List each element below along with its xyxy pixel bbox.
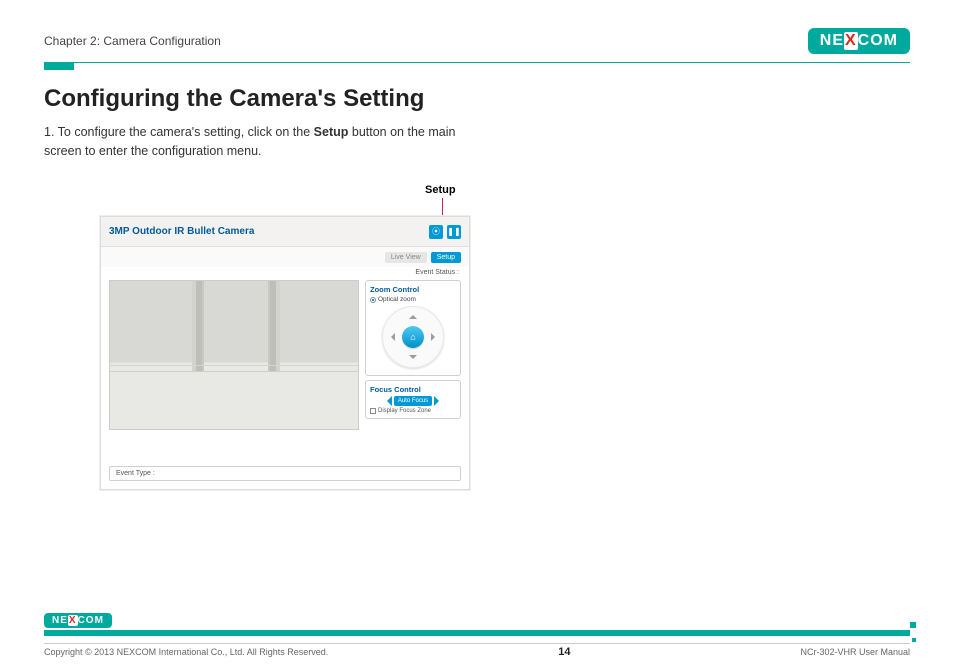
manual-name: NCr-302-VHR User Manual	[800, 647, 910, 657]
tab-setup[interactable]: Setup	[431, 252, 461, 263]
arrow-left-icon[interactable]	[387, 333, 395, 341]
focus-control-panel: Focus Control Auto Focus Display Focus Z…	[365, 380, 461, 419]
logo-text-post: COM	[858, 32, 898, 50]
page-title: Configuring the Camera's Setting	[44, 85, 910, 113]
record-icon[interactable]: ⦿	[429, 225, 443, 239]
event-status-label: Event Status :	[101, 267, 469, 280]
page-number: 14	[558, 646, 570, 658]
arrow-up-icon[interactable]	[409, 311, 417, 319]
camera-ui-screenshot: 3MP Outdoor IR Bullet Camera ⦿ ❚❚ Live V…	[100, 216, 470, 490]
focus-right-icon[interactable]	[434, 396, 444, 406]
brand-logo: NEXCOM	[808, 28, 910, 54]
optical-zoom-label: Optical zoom	[378, 296, 416, 303]
step-1-text: 1. To configure the camera's setting, cl…	[44, 123, 474, 161]
footer-logo-post: COM	[78, 615, 104, 626]
arrow-right-icon[interactable]	[431, 333, 439, 341]
divider-top	[44, 62, 910, 63]
arrow-down-icon[interactable]	[409, 355, 417, 363]
footer-separator	[44, 643, 910, 644]
step-text-bold: Setup	[314, 125, 349, 139]
zoom-dpad[interactable]: ⌂	[382, 306, 444, 368]
zoom-control-panel: Zoom Control Optical zoom ⌂	[365, 280, 461, 376]
deco-square-small-icon	[912, 638, 916, 642]
camera-preview	[109, 280, 359, 430]
home-icon[interactable]: ⌂	[402, 326, 424, 348]
focus-title: Focus Control	[370, 385, 456, 394]
footer-logo-x-icon: X	[68, 615, 78, 626]
step-text-pre: 1. To configure the camera's setting, cl…	[44, 125, 314, 139]
auto-focus-button[interactable]: Auto Focus	[394, 396, 432, 406]
deco-square-icon	[910, 622, 916, 628]
footer-brand-logo: NEXCOM	[44, 613, 112, 628]
footer-logo-pre: NE	[52, 615, 68, 626]
zoom-title: Zoom Control	[370, 285, 456, 294]
divider-bottom	[44, 630, 910, 636]
event-type-row: Event Type :	[109, 466, 461, 481]
logo-text-pre: NE	[820, 32, 844, 50]
optical-zoom-radio[interactable]	[370, 297, 376, 303]
chapter-label: Chapter 2: Camera Configuration	[44, 34, 221, 48]
pause-icon[interactable]: ❚❚	[447, 225, 461, 239]
display-focus-zone-label: Display Focus Zone	[378, 408, 431, 414]
display-focus-zone-checkbox[interactable]	[370, 408, 376, 414]
copyright-text: Copyright © 2013 NEXCOM International Co…	[44, 647, 328, 657]
focus-left-icon[interactable]	[382, 396, 392, 406]
setup-callout-label: Setup	[425, 184, 456, 196]
logo-x-icon: X	[844, 32, 858, 50]
camera-title: 3MP Outdoor IR Bullet Camera	[109, 226, 254, 237]
tab-live-view[interactable]: Live View	[385, 252, 427, 263]
